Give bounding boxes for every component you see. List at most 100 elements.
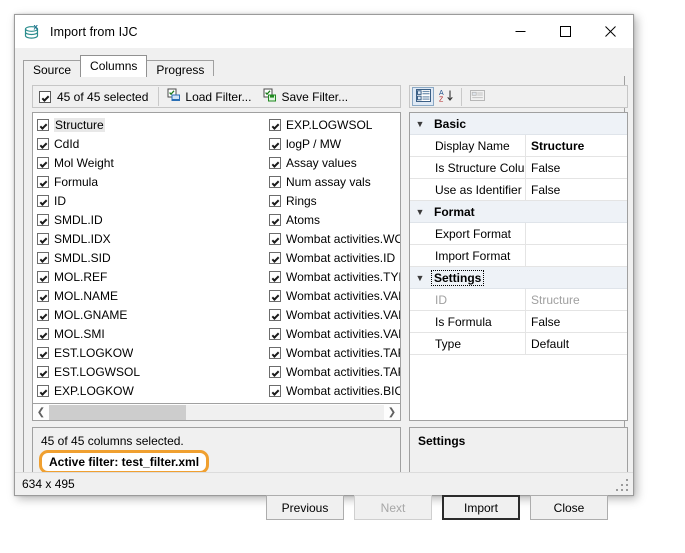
chevron-right-icon[interactable]: ❯ <box>384 405 400 420</box>
list-item-checkbox[interactable] <box>37 194 49 207</box>
list-item-checkbox[interactable] <box>269 270 281 283</box>
list-item-checkbox[interactable] <box>37 289 49 302</box>
tab-columns[interactable]: Columns <box>80 55 148 77</box>
property-value[interactable]: False <box>526 157 627 178</box>
horizontal-scrollbar[interactable]: ❮ ❯ <box>32 404 401 421</box>
list-item-checkbox[interactable] <box>269 194 281 207</box>
list-item-checkbox[interactable] <box>269 289 281 302</box>
list-item-checkbox[interactable] <box>37 213 49 226</box>
list-item[interactable]: EXP.LOGKOW <box>35 381 267 400</box>
list-item[interactable]: Structure <box>35 115 267 134</box>
property-value[interactable] <box>526 245 627 266</box>
chevron-down-icon[interactable]: ▼ <box>410 201 430 222</box>
property-value[interactable]: Default <box>526 333 627 354</box>
columns-list[interactable]: Structure CdId Mol Weight Formula ID SMD… <box>32 112 401 404</box>
list-item-checkbox[interactable] <box>269 308 281 321</box>
list-item[interactable]: Mol Weight <box>35 153 267 172</box>
save-filter-button[interactable]: Save Filter... <box>257 86 354 107</box>
list-item-checkbox[interactable] <box>37 232 49 245</box>
list-item[interactable]: MOL.NAME <box>35 286 267 305</box>
list-item[interactable]: Wombat activities.VALUE <box>267 324 400 343</box>
list-item[interactable]: MOL.SMI <box>35 324 267 343</box>
list-item-checkbox[interactable] <box>37 327 49 340</box>
list-item[interactable]: SMDL.IDX <box>35 229 267 248</box>
list-item-checkbox[interactable] <box>37 365 49 378</box>
list-item[interactable]: Wombat activities.TARG <box>267 343 400 362</box>
list-item-checkbox[interactable] <box>269 118 281 131</box>
property-value[interactable]: False <box>526 311 627 332</box>
chevron-down-icon[interactable]: ▼ <box>410 113 430 134</box>
list-item[interactable]: Rings <box>267 191 400 210</box>
list-item[interactable]: Wombat activities.ID <box>267 248 400 267</box>
property-row[interactable]: Use as Identifier False <box>410 179 627 201</box>
minimize-button[interactable] <box>498 15 543 47</box>
load-filter-button[interactable]: Load Filter... <box>161 86 257 107</box>
list-item-checkbox[interactable] <box>269 327 281 340</box>
property-row[interactable]: Type Default <box>410 333 627 355</box>
property-row[interactable]: Export Format <box>410 223 627 245</box>
list-item-checkbox[interactable] <box>37 384 49 397</box>
list-item-checkbox[interactable] <box>269 232 281 245</box>
list-item[interactable]: Wombat activities.TARG <box>267 362 400 381</box>
list-item-checkbox[interactable] <box>37 308 49 321</box>
list-item[interactable]: EXP.LOGWSOL <box>267 115 400 134</box>
list-item[interactable]: Assay values <box>267 153 400 172</box>
property-row[interactable]: Is Formula False <box>410 311 627 333</box>
list-item[interactable]: Formula <box>35 172 267 191</box>
resize-grip[interactable] <box>616 479 629 492</box>
list-item[interactable]: Atoms <box>267 210 400 229</box>
list-item-checkbox[interactable] <box>37 137 49 150</box>
property-row[interactable]: ID Structure <box>410 289 627 311</box>
previous-button[interactable]: Previous <box>266 495 344 520</box>
list-item[interactable]: Wombat activities.VALUE <box>267 286 400 305</box>
close-button[interactable] <box>588 15 633 47</box>
list-item[interactable]: SMDL.SID <box>35 248 267 267</box>
property-row[interactable]: Import Format <box>410 245 627 267</box>
categorized-view-button[interactable] <box>412 87 434 106</box>
scrollbar-track[interactable] <box>49 404 384 420</box>
list-item[interactable]: EST.LOGKOW <box>35 343 267 362</box>
property-value[interactable]: False <box>526 179 627 200</box>
list-item[interactable]: MOL.GNAME <box>35 305 267 324</box>
list-item-checkbox[interactable] <box>269 346 281 359</box>
list-item[interactable]: EST.LOGWSOL <box>35 362 267 381</box>
list-item-checkbox[interactable] <box>37 175 49 188</box>
list-item-checkbox[interactable] <box>37 251 49 264</box>
list-item-checkbox[interactable] <box>269 251 281 264</box>
list-item[interactable]: Wombat activities.VALUE <box>267 305 400 324</box>
property-value[interactable] <box>526 223 627 244</box>
chevron-down-icon[interactable]: ▼ <box>410 267 430 288</box>
list-item-checkbox[interactable] <box>269 213 281 226</box>
list-item-checkbox[interactable] <box>37 270 49 283</box>
list-item-checkbox[interactable] <box>269 137 281 150</box>
property-category-settings[interactable]: ▼ Settings <box>410 267 627 289</box>
close-button-bottom[interactable]: Close <box>530 495 608 520</box>
property-value[interactable]: Structure <box>526 135 627 156</box>
list-item[interactable]: logP / MW <box>267 134 400 153</box>
list-item[interactable]: Wombat activities.BIO.S <box>267 381 400 400</box>
property-row[interactable]: Display Name Structure <box>410 135 627 157</box>
property-grid[interactable]: ▼ Basic Display Name Structure Is Struct… <box>409 112 628 421</box>
scrollbar-thumb[interactable] <box>49 404 187 420</box>
property-row[interactable]: Is Structure Colu False <box>410 157 627 179</box>
property-category-basic[interactable]: ▼ Basic <box>410 113 627 135</box>
description-pane-button[interactable] <box>466 87 488 106</box>
list-item[interactable]: Wombat activities.WOM <box>267 229 400 248</box>
list-item-checkbox[interactable] <box>37 118 49 131</box>
list-item[interactable]: CdId <box>35 134 267 153</box>
import-button[interactable]: Import <box>442 495 520 520</box>
list-item[interactable]: ID <box>35 191 267 210</box>
list-item[interactable]: MOL.REF <box>35 267 267 286</box>
list-item-checkbox[interactable] <box>269 156 281 169</box>
list-item-checkbox[interactable] <box>269 384 281 397</box>
sort-alphabetical-button[interactable]: A Z <box>435 87 457 106</box>
list-item[interactable]: Wombat activities.TYPE <box>267 267 400 286</box>
select-all-checkbox[interactable]: 45 of 45 selected <box>33 86 156 107</box>
list-item[interactable]: SMDL.ID <box>35 210 267 229</box>
chevron-left-icon[interactable]: ❮ <box>33 405 49 420</box>
list-item-checkbox[interactable] <box>37 156 49 169</box>
maximize-button[interactable] <box>543 15 588 47</box>
list-item-checkbox[interactable] <box>37 346 49 359</box>
list-item-checkbox[interactable] <box>269 175 281 188</box>
property-category-format[interactable]: ▼ Format <box>410 201 627 223</box>
